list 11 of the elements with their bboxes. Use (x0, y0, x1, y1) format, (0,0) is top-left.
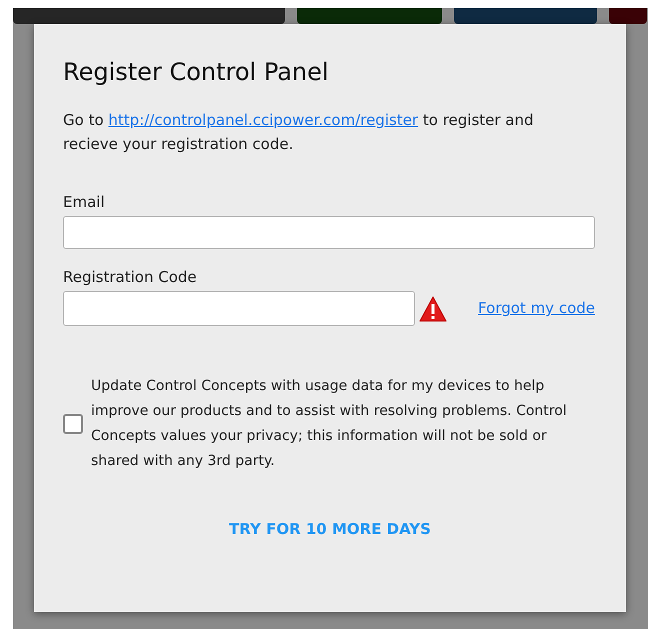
consent-text: Update Control Concepts with usage data for my devices to help improve our products and to assist with resolving problems. Control Concepts values your privacy; this information will not be sold or shared with any 3rd party. (91, 377, 568, 471)
try-more-days-button[interactable]: TRY FOR 10 MORE DAYS (221, 514, 439, 544)
register-link[interactable]: http://controlpanel.ccipower.com/register (108, 111, 418, 129)
registration-code-field[interactable] (63, 291, 415, 326)
email-field[interactable] (63, 216, 595, 249)
forgot-code-link[interactable]: Forgot my code (478, 297, 595, 320)
registration-code-label: Registration Code (63, 267, 198, 287)
intro-text: Go to http://controlpanel.ccipower.com/register to register and recieve your registration code. (63, 110, 535, 155)
dialog-title: Register Control Panel (63, 57, 330, 88)
consent-checkbox[interactable] (63, 414, 83, 434)
email-label: Email (63, 192, 106, 212)
